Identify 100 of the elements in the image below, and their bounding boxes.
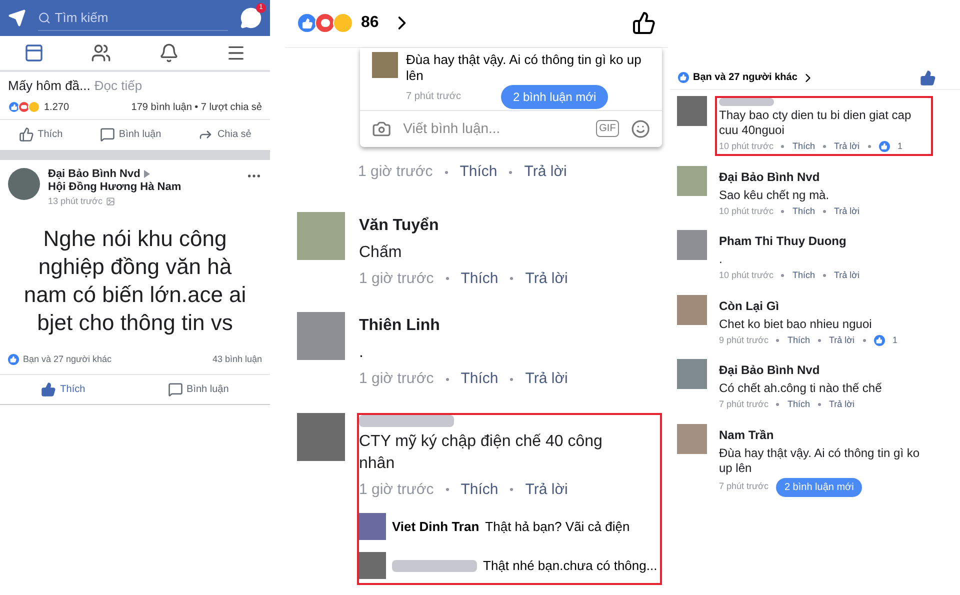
comment-button[interactable]: Bình luận [100,127,162,142]
triangle-icon [144,170,150,178]
like-link[interactable]: Thích [460,161,498,184]
reactions-icon [297,13,353,34]
avatar-photo [297,312,345,360]
pixelated-avatar [359,552,386,579]
likes-summary: Bạn và 27 người khác [693,71,798,85]
avatar-photo [677,424,707,454]
commenter-name[interactable]: Pham Thi Thuy Duong [719,232,929,250]
comment-input[interactable]: Viết bình luận... [403,118,584,140]
like-icon [878,141,890,152]
comment-time: 7 phút trước [719,480,768,494]
like-icon [678,72,689,83]
like-link[interactable]: Thích [792,269,815,282]
like-link[interactable]: Thích [460,268,498,290]
feed-icon [24,43,44,63]
like-link[interactable]: Thích [460,478,498,501]
likes-summary: Bạn và 27 người khác [23,352,112,366]
reaction-count: 1.270 [44,100,70,114]
comment-time: 10 phút trước [719,269,774,282]
comment-text: Chet ko biet bao nhieu nguoi [719,316,873,332]
like-icon [41,382,56,397]
reply-link[interactable]: Trả lời [524,161,567,184]
like-button[interactable]: Thích [18,127,63,142]
reply-link[interactable]: Trả lời [525,368,568,390]
comment-time: 7 phút trước [719,398,768,411]
commenter-name[interactable]: Đại Bảo Bình Nvd [719,361,929,379]
commenter-name[interactable]: Thiên Linh [359,314,660,338]
group-name[interactable]: Hội Đồng Hương Hà Nam [48,181,182,195]
like-count: 1 [892,334,898,346]
comment-time: 9 phút trước [719,334,768,347]
reply-text: Thật hả bạn? Vãi cả điện [485,518,630,536]
like-link[interactable]: Thích [460,368,498,390]
notifications-icon [158,43,179,63]
reply-link[interactable]: Trả lời [525,268,568,290]
comment-text: Chấm [359,242,403,262]
like-link[interactable]: Thích [792,140,815,154]
like-button[interactable]: Thích [41,382,86,397]
like-icon[interactable] [632,11,656,36]
chat-bubble-icon[interactable] [240,7,262,29]
comment-button[interactable]: Bình luận [168,382,229,397]
comment-text: Đùa hay thật vậy. Ai có thông tin gì ko up lên [406,52,642,84]
comment-text: Sao kêu chết ng mà. [719,188,830,202]
avatar-photo [372,52,398,78]
reply-link[interactable]: Trả lời [525,478,568,501]
gif-button[interactable]: GIF [596,120,619,138]
post-time: 13 phút trước [48,195,102,208]
comment-time: 1 giờ trước [359,369,434,389]
comment-icon [100,127,115,142]
post-text: Nghe nói khu công nghiệp đồng văn hà nam có biến lớn.ace ai bjet cho thông tin vs [22,224,248,337]
comment-text: CTY mỹ ký chập điện chế 40 công nhân [359,432,604,474]
avatar-photo [677,230,707,260]
commenter-name[interactable]: Đại Bảo Bình Nvd [719,168,929,186]
reply-link[interactable]: Trả lời [834,204,860,218]
author-name[interactable]: Đại Bảo Bình Nvd [48,168,140,182]
share-button[interactable]: Chia sẻ [198,127,252,142]
commenter-name[interactable]: Viet Dinh Tran [392,516,480,536]
search-icon [38,10,51,24]
like-icon [8,354,19,365]
like-link[interactable]: Thích [787,334,810,347]
paper-plane-icon[interactable] [8,9,26,27]
post-stats: 179 bình luận • 7 lượt chia sẻ [131,100,262,114]
avatar-photo [677,359,707,389]
avatar-photo [677,166,707,196]
comment-text: Đùa hay thật vậy. Ai có thông tin gì ko up lên [719,446,921,476]
reactions-icon [8,101,40,113]
comment-time: 7 phút trước [406,90,461,103]
comment-text: . [359,343,364,363]
comment-text: . [719,252,724,267]
commenter-name[interactable]: Nam Trần [719,426,929,444]
comment-text: Có chết ah.công ti nào thế chế [719,381,883,396]
commenter-name[interactable]: Còn Lại Gì [719,296,929,314]
like-link[interactable]: Thích [792,204,815,218]
comment-time: 10 phút trước [719,204,774,218]
comment-text: Thay bao cty dien tu bi dien giat cap cuu 40nguoi [719,108,912,138]
pixelated-avatar [677,96,707,126]
friends-icon [91,43,112,63]
commenter-name[interactable]: Văn Tuyển [359,214,660,238]
avatar-photo [359,513,386,540]
like-icon [874,334,885,346]
avatar-photo [297,212,345,260]
search-input[interactable]: Tìm kiếm [54,8,228,28]
avatar-photo [8,168,40,200]
comment-icon [168,382,183,397]
search-field[interactable]: Tìm kiếm [38,5,228,31]
reply-link[interactable]: Trả lời [834,269,860,282]
reply-link[interactable]: Trả lời [834,140,860,154]
reply-text: Thật nhé bạn.chưa có thông... [483,556,658,575]
reply-link[interactable]: Trả lời [828,398,855,412]
comment-time: 1 giờ trước [359,268,434,288]
like-icon [18,127,34,142]
avatar-photo [677,294,707,324]
comment-count: 43 bình luận [212,352,262,366]
comment-time: 10 phút trước [719,140,774,153]
comment-time: 1 giờ trước [359,480,434,500]
reply-link[interactable]: Trả lời [828,334,855,347]
emoji-icon[interactable] [630,118,650,139]
like-link[interactable]: Thích [787,398,810,412]
post-snippet: Mấy hôm đầ... [8,77,90,95]
like-count: 1 [898,140,903,153]
